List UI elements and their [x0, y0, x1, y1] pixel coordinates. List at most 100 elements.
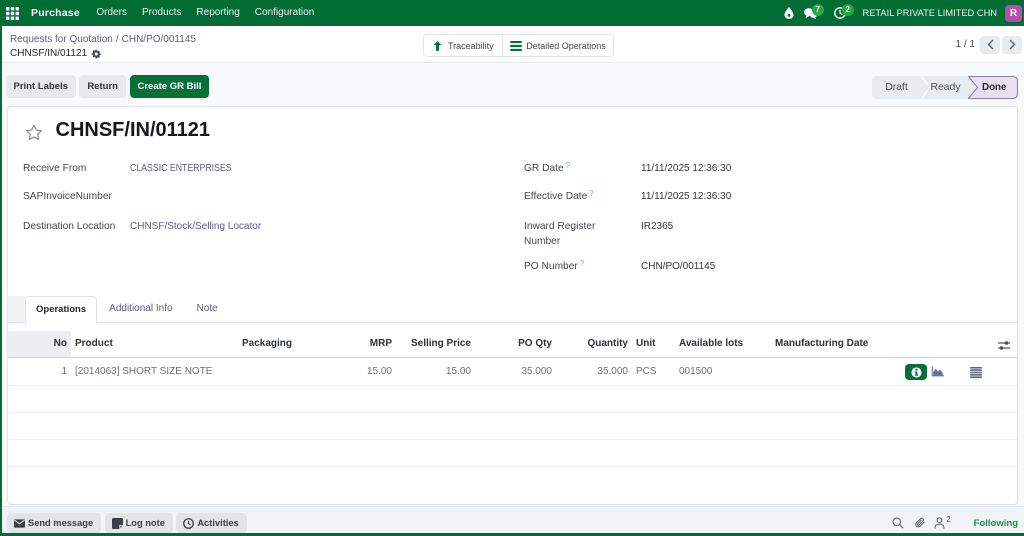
field-value-receive-from[interactable]: CLASSIC ENTERPRISES: [130, 161, 232, 176]
following-button[interactable]: Following: [974, 518, 1018, 529]
create-gr-bill-button[interactable]: Create GR Bill: [129, 75, 210, 98]
gear-icon[interactable]: [91, 49, 101, 59]
attachments-icon[interactable]: [914, 517, 926, 529]
notebook-tabs: Operations Additional Info Note: [8, 296, 1017, 324]
field-value-effective-date[interactable]: 11/11/2025 12:36:30: [641, 189, 731, 204]
field-value-destination-location[interactable]: CHNSF/Stock/Selling Locator: [130, 219, 261, 234]
col-header-manufacturing-date[interactable]: Manufacturing Date: [771, 331, 886, 358]
detailed-list-button[interactable]: [970, 366, 982, 378]
top-menu: Orders Products Reporting Configuration: [89, 0, 322, 26]
top-navbar: Purchase Orders Products Reporting Confi…: [0, 0, 1024, 26]
detailed-operations-button[interactable]: Detailed Operations: [501, 35, 613, 56]
follower-count: 2: [946, 515, 951, 524]
cell-selling-price[interactable]: 15.00: [396, 357, 475, 386]
return-button[interactable]: Return: [79, 75, 126, 98]
cell-packaging[interactable]: [238, 357, 320, 386]
menu-configuration[interactable]: Configuration: [247, 0, 321, 26]
app-frame: Requests for Quotation / CHN/PO/001145 CHN…: [0, 26, 1024, 536]
traceability-button[interactable]: Traceability: [424, 35, 502, 56]
cell-no[interactable]: 1: [8, 357, 71, 386]
field-label-po-number: PO Number?: [524, 258, 585, 273]
cell-unit[interactable]: PCS: [632, 357, 675, 386]
menu-orders[interactable]: Orders: [89, 0, 135, 26]
field-label-destination-location: Destination Location: [23, 221, 116, 232]
activities-menu[interactable]: 2: [830, 0, 855, 26]
cell-product[interactable]: [2014063] SHORT SIZE NOTE: [71, 357, 238, 386]
messages-menu[interactable]: 7: [800, 0, 825, 26]
send-message-button[interactable]: Send message: [7, 513, 102, 533]
field-label-effective-date: Effective Date?: [524, 188, 594, 203]
menu-products[interactable]: Products: [134, 0, 188, 26]
stage-done[interactable]: Done: [967, 76, 1018, 99]
tab-additional-info[interactable]: Additional Info: [97, 296, 184, 322]
empty-row: [8, 439, 1017, 467]
col-header-po-qty[interactable]: PO Qty: [475, 331, 556, 358]
forecast-chart-button[interactable]: [931, 366, 944, 378]
arrow-up-icon: [433, 40, 442, 51]
lot-info-button[interactable]: [905, 364, 927, 380]
navbar-right: 7 2 RETAIL PRIVATE LIMITED CHN R: [779, 0, 1024, 26]
cell-available-lots[interactable]: 001500: [675, 357, 771, 386]
record-title: CHNSF/IN/01121: [55, 119, 211, 141]
control-panel: Requests for Quotation / CHN/PO/001145 CHN…: [2, 26, 1024, 63]
app-name[interactable]: Purchase: [31, 7, 80, 19]
pager-next-button[interactable]: [1002, 35, 1022, 54]
chatter-bar: Send message Log note Activities 2 Follo…: [2, 506, 1024, 533]
table-header-row: No Product Packaging MRP Selling Price P…: [8, 331, 1017, 358]
clock-outline-icon: [183, 517, 195, 529]
droplet-menu[interactable]: [779, 0, 800, 26]
followers-button[interactable]: 2: [934, 515, 951, 529]
tab-stub: [8, 296, 25, 322]
col-header-selling-price[interactable]: Selling Price: [396, 331, 475, 358]
note-icon: [111, 517, 123, 529]
col-header-mrp[interactable]: MRP: [320, 331, 396, 358]
stage-ready[interactable]: Ready: [930, 76, 960, 99]
status-bar: Print Labels Return Create GR Bill Draft…: [2, 64, 1024, 106]
field-value-po-number[interactable]: CHN/PO/001145: [641, 259, 715, 274]
cell-manufacturing-date[interactable]: [771, 357, 886, 386]
user-avatar[interactable]: R: [1005, 4, 1022, 22]
help-icon: ?: [565, 160, 571, 170]
col-header-unit[interactable]: Unit: [632, 331, 675, 358]
col-header-product[interactable]: Product: [71, 331, 238, 358]
list-icon: [970, 366, 982, 378]
search-messages-icon[interactable]: [892, 517, 904, 529]
help-icon: ?: [579, 258, 585, 268]
stage-draft[interactable]: Draft: [872, 76, 921, 99]
field-value-inward-register-number[interactable]: IR2365: [641, 219, 673, 249]
optional-columns-icon[interactable]: [998, 340, 1010, 354]
col-header-packaging[interactable]: Packaging: [238, 331, 320, 358]
company-name[interactable]: RETAIL PRIVATE LIMITED CHN: [863, 8, 997, 18]
favorite-star-icon[interactable]: [25, 124, 43, 141]
table-row[interactable]: 1 [2014063] SHORT SIZE NOTE 15.00 15.00 …: [8, 357, 1017, 386]
menu-reporting[interactable]: Reporting: [189, 0, 247, 26]
field-label-gr-date: GR Date?: [524, 160, 571, 175]
empty-row: [8, 385, 1017, 413]
pager: 1 / 1: [956, 35, 1022, 54]
field-value-gr-date[interactable]: 11/11/2025 12:36:30: [641, 161, 731, 176]
pager-previous-button[interactable]: [980, 35, 1000, 54]
col-header-quantity[interactable]: Quantity: [556, 331, 632, 358]
cell-po-qty[interactable]: 35.000: [475, 357, 556, 386]
cell-quantity[interactable]: 35.000: [556, 357, 632, 386]
print-labels-button[interactable]: Print Labels: [5, 75, 76, 98]
field-label-inward-register-number: Inward Register Number: [524, 221, 596, 247]
breadcrumb-parent2[interactable]: CHN/PO/001145: [122, 34, 196, 45]
col-header-actions: [886, 331, 1017, 358]
log-note-button[interactable]: Log note: [104, 513, 173, 533]
statusbar-pipeline: Draft Ready Done: [872, 76, 1018, 99]
empty-row: [8, 412, 1017, 440]
activities-button[interactable]: Activities: [176, 513, 247, 533]
activities-badge: 2: [841, 3, 855, 16]
chevron-right-icon: [1009, 39, 1015, 50]
tab-note[interactable]: Note: [185, 296, 230, 322]
cell-mrp[interactable]: 15.00: [320, 357, 396, 386]
col-header-available-lots[interactable]: Available lots: [675, 331, 771, 358]
tab-operations[interactable]: Operations: [25, 296, 98, 324]
col-header-no[interactable]: No: [8, 331, 71, 358]
area-chart-icon: [931, 366, 944, 377]
apps-menu-button[interactable]: [0, 0, 24, 26]
breadcrumb-parent1[interactable]: Requests for Quotation: [10, 34, 113, 45]
operations-table: No Product Packaging MRP Selling Price P…: [8, 331, 1017, 467]
form-sheet: CHNSF/IN/01121 Receive From CLASSIC ENTE…: [7, 106, 1018, 505]
